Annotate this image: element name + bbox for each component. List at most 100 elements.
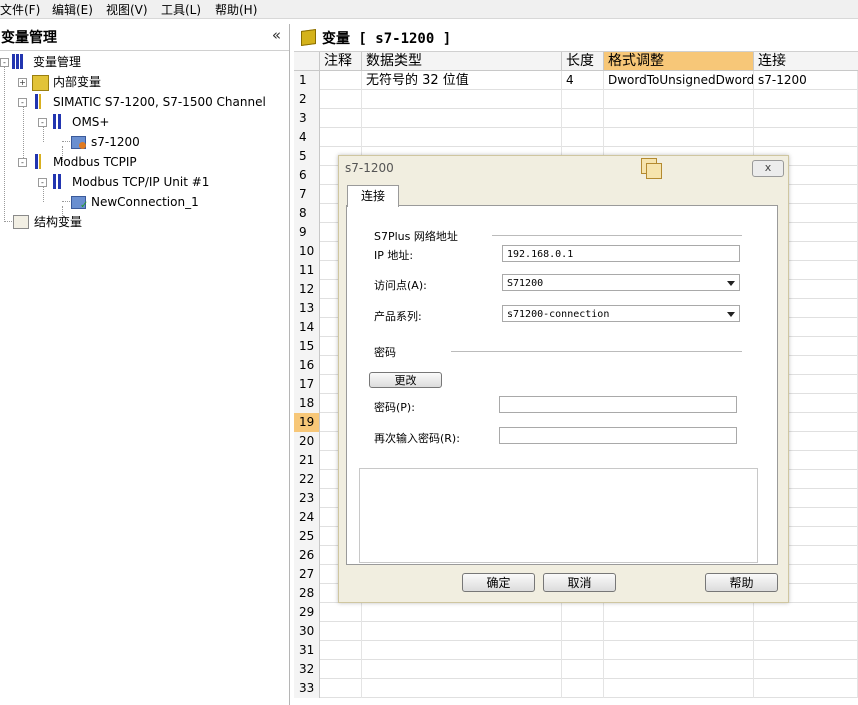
row-number[interactable]: 23	[294, 489, 320, 508]
cell-format[interactable]: DwordToUnsignedDword	[604, 71, 754, 90]
cell-connection[interactable]	[754, 660, 858, 679]
row-number[interactable]: 21	[294, 451, 320, 470]
table-row[interactable]: 31	[294, 641, 858, 660]
row-number[interactable]: 8	[294, 204, 320, 223]
tree-item-modbus-unit[interactable]: - Modbus TCP/IP Unit #1	[0, 172, 289, 192]
column-header-data-type[interactable]: 数据类型	[362, 52, 562, 70]
cell-connection[interactable]	[754, 90, 858, 109]
column-header-format[interactable]: 格式调整	[604, 52, 754, 70]
menu-edit[interactable]: 编辑(E)	[52, 1, 93, 18]
tree-item-variable-management[interactable]: - 变量管理	[0, 52, 289, 72]
collapse-panel-icon[interactable]: «	[272, 26, 281, 44]
menu-file[interactable]: 文件(F)	[0, 1, 40, 18]
tab-connection[interactable]: 连接	[347, 185, 399, 207]
cell-length[interactable]	[562, 603, 604, 622]
column-header-connection[interactable]: 连接	[754, 52, 858, 70]
row-number[interactable]: 26	[294, 546, 320, 565]
menu-view[interactable]: 视图(V)	[106, 1, 148, 18]
ok-button[interactable]: 确定	[462, 573, 535, 592]
table-row[interactable]: 2	[294, 90, 858, 109]
row-number[interactable]: 29	[294, 603, 320, 622]
help-button[interactable]: 帮助	[705, 573, 778, 592]
row-number[interactable]: 10	[294, 242, 320, 261]
row-number[interactable]: 12	[294, 280, 320, 299]
collapse-icon[interactable]: -	[0, 58, 9, 67]
row-number[interactable]: 13	[294, 299, 320, 318]
column-header-comment[interactable]: 注释	[320, 52, 362, 70]
row-number[interactable]: 7	[294, 185, 320, 204]
table-row[interactable]: 4	[294, 128, 858, 147]
cell-comment[interactable]	[320, 603, 362, 622]
row-number[interactable]: 22	[294, 470, 320, 489]
cell-length[interactable]	[562, 90, 604, 109]
product-family-select[interactable]: s71200-connection	[502, 305, 740, 322]
tree-item-s7-1200[interactable]: s7-1200	[0, 132, 289, 152]
table-row[interactable]: 29	[294, 603, 858, 622]
row-number[interactable]: 11	[294, 261, 320, 280]
cell-format[interactable]	[604, 660, 754, 679]
cell-length[interactable]	[562, 622, 604, 641]
cell-connection[interactable]	[754, 128, 858, 147]
tree-item-new-connection[interactable]: ✓ NewConnection_1	[0, 192, 289, 212]
cell-length[interactable]	[562, 109, 604, 128]
table-row[interactable]: 1 无符号的 32 位值 4 DwordToUnsignedDword s7-1200	[294, 71, 858, 90]
cell-length[interactable]: 4	[562, 71, 604, 90]
column-header-length[interactable]: 长度	[562, 52, 604, 70]
collapse-icon[interactable]: -	[18, 158, 27, 167]
row-number[interactable]: 30	[294, 622, 320, 641]
password-field[interactable]	[499, 396, 737, 413]
cell-data-type[interactable]	[362, 660, 562, 679]
change-password-button[interactable]: 更改	[369, 372, 442, 388]
row-number[interactable]: 5	[294, 147, 320, 166]
cell-comment[interactable]	[320, 660, 362, 679]
table-row[interactable]: 33	[294, 679, 858, 698]
row-number[interactable]: 17	[294, 375, 320, 394]
collapse-icon[interactable]: -	[18, 98, 27, 107]
cell-comment[interactable]	[320, 641, 362, 660]
cell-format[interactable]	[604, 109, 754, 128]
cell-data-type[interactable]	[362, 128, 562, 147]
cell-connection[interactable]	[754, 603, 858, 622]
cell-length[interactable]	[562, 660, 604, 679]
tree-item-oms[interactable]: - OMS+	[0, 112, 289, 132]
row-number[interactable]: 1	[294, 71, 320, 90]
row-number[interactable]: 6	[294, 166, 320, 185]
close-button[interactable]: x	[752, 160, 784, 177]
table-row[interactable]: 3	[294, 109, 858, 128]
cell-format[interactable]	[604, 128, 754, 147]
tree-item-structure-tags[interactable]: 结构变量	[0, 212, 289, 232]
row-number[interactable]: 15	[294, 337, 320, 356]
cell-length[interactable]	[562, 128, 604, 147]
row-number[interactable]: 18	[294, 394, 320, 413]
cell-data-type[interactable]	[362, 603, 562, 622]
collapse-icon[interactable]: -	[38, 178, 47, 187]
cell-comment[interactable]	[320, 622, 362, 641]
row-number[interactable]: 33	[294, 679, 320, 698]
row-number[interactable]: 24	[294, 508, 320, 527]
cell-connection[interactable]	[754, 109, 858, 128]
tree-item-modbus-tcpip[interactable]: - Modbus TCPIP	[0, 152, 289, 172]
row-number[interactable]: 31	[294, 641, 320, 660]
row-number[interactable]: 25	[294, 527, 320, 546]
cell-comment[interactable]	[320, 679, 362, 698]
cell-connection[interactable]	[754, 622, 858, 641]
cell-format[interactable]	[604, 641, 754, 660]
collapse-icon[interactable]: -	[38, 118, 47, 127]
cell-connection[interactable]: s7-1200	[754, 71, 858, 90]
tree-item-simatic-channel[interactable]: - SIMATIC S7-1200, S7-1500 Channel	[0, 92, 289, 112]
tree-item-internal-tags[interactable]: + 内部变量	[0, 72, 289, 92]
row-number[interactable]: 27	[294, 565, 320, 584]
cell-comment[interactable]	[320, 71, 362, 90]
access-point-select[interactable]: S71200	[502, 274, 740, 291]
ip-address-field[interactable]: 192.168.0.1	[502, 245, 740, 262]
expand-icon[interactable]: +	[18, 78, 27, 87]
row-number[interactable]: 19	[294, 413, 320, 432]
cell-length[interactable]	[562, 679, 604, 698]
reenter-password-field[interactable]	[499, 427, 737, 444]
cell-format[interactable]	[604, 622, 754, 641]
row-number[interactable]: 32	[294, 660, 320, 679]
table-row[interactable]: 32	[294, 660, 858, 679]
cell-connection[interactable]	[754, 679, 858, 698]
cell-data-type[interactable]	[362, 90, 562, 109]
menu-help[interactable]: 帮助(H)	[215, 1, 257, 18]
